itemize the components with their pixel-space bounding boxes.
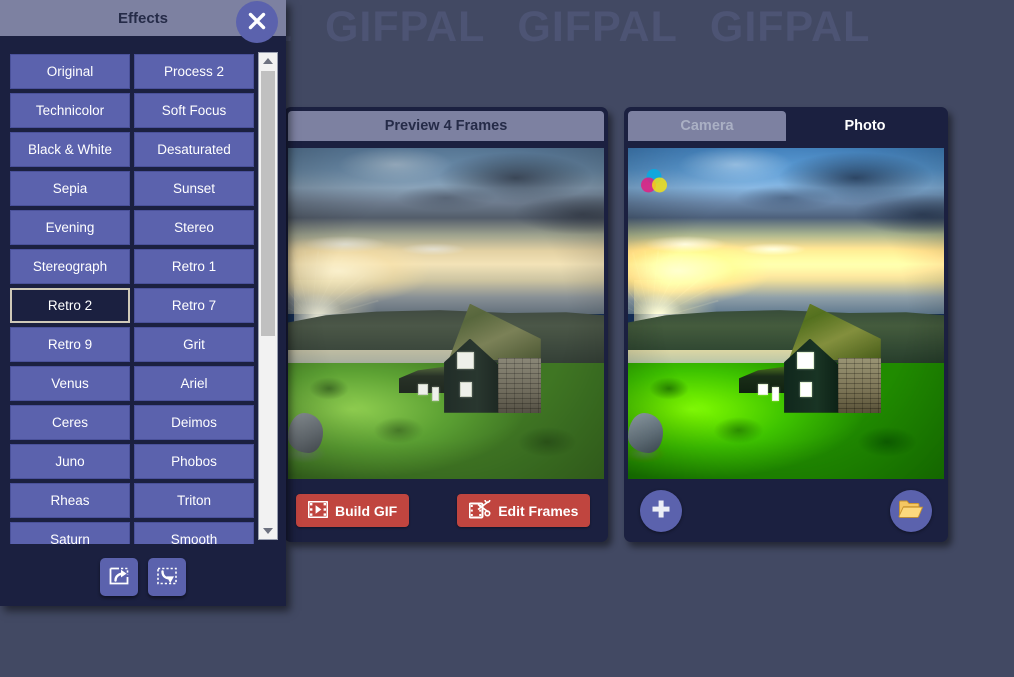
effect-button-ariel[interactable]: Ariel xyxy=(134,366,254,401)
effect-button-juno[interactable]: Juno xyxy=(10,444,130,479)
effect-button-sunset[interactable]: Sunset xyxy=(134,171,254,206)
apply-to-all-frames-button[interactable] xyxy=(100,558,138,596)
plus-icon xyxy=(650,498,672,523)
effect-button-soft-focus[interactable]: Soft Focus xyxy=(134,93,254,128)
download-arrow-icon xyxy=(155,564,179,591)
effect-button-retro-2[interactable]: Retro 2 xyxy=(10,288,130,323)
scroll-up-arrow-icon[interactable] xyxy=(259,53,277,69)
effects-scroll-area[interactable]: Original Process 2 Technicolor Soft Focus Bl… xyxy=(0,44,286,544)
watermark-word: GIFPAL xyxy=(709,3,871,51)
effect-button-retro-1[interactable]: Retro 1 xyxy=(134,249,254,284)
preview-photo-image xyxy=(288,148,604,479)
effect-button-original[interactable]: Original xyxy=(10,54,130,89)
share-arrow-icon xyxy=(107,564,131,591)
watermark-word: GIFPAL xyxy=(517,3,678,51)
preview-panel: Preview 4 Frames Build GIF Edit Frames xyxy=(284,107,608,542)
photo-panel-tabs: Camera Photo xyxy=(628,111,944,141)
add-photo-button[interactable] xyxy=(640,489,682,532)
effect-button-stereograph[interactable]: Stereograph xyxy=(10,249,130,284)
effect-button-ceres[interactable]: Ceres xyxy=(10,405,130,440)
effects-scrollbar[interactable] xyxy=(258,52,278,540)
close-x-icon xyxy=(246,10,268,35)
color-wheel-icon[interactable] xyxy=(640,168,668,194)
build-gif-button[interactable]: Build GIF xyxy=(296,494,410,527)
preview-image-area[interactable] xyxy=(288,148,604,479)
effect-button-desaturated[interactable]: Desaturated xyxy=(134,132,254,167)
effect-button-technicolor[interactable]: Technicolor xyxy=(10,93,130,128)
photo-vignette xyxy=(628,148,944,479)
preview-panel-footer: Build GIF Edit Frames xyxy=(288,483,604,538)
effect-button-sepia[interactable]: Sepia xyxy=(10,171,130,206)
film-play-icon xyxy=(307,500,329,521)
effects-dialog-title: Effects xyxy=(117,9,169,27)
open-folder-icon xyxy=(898,498,924,523)
film-scissors-icon xyxy=(468,496,491,522)
edit-frames-label: Edit Frames xyxy=(498,502,579,519)
effects-dialog: Effects Original Process 2 Technicolor Soft… xyxy=(0,0,286,606)
effects-grid: Original Process 2 Technicolor Soft Focus Bl… xyxy=(0,44,286,544)
edit-frames-button[interactable]: Edit Frames xyxy=(457,494,591,527)
effect-button-retro-7[interactable]: Retro 7 xyxy=(134,288,254,323)
preview-panel-title: Preview 4 Frames xyxy=(288,111,604,141)
scroll-down-arrow-icon[interactable] xyxy=(259,523,277,539)
photo-panel: Camera Photo xyxy=(624,107,948,542)
photo-vignette xyxy=(288,148,604,479)
effect-button-saturn[interactable]: Saturn xyxy=(10,522,130,544)
effect-button-smooth[interactable]: Smooth xyxy=(134,522,254,544)
photo-image-area[interactable] xyxy=(628,148,944,479)
photo-panel-footer xyxy=(628,483,944,538)
build-gif-label: Build GIF xyxy=(335,502,398,519)
effect-button-triton[interactable]: Triton xyxy=(134,483,254,518)
effect-button-evening[interactable]: Evening xyxy=(10,210,130,245)
watermark-word: GIFPAL xyxy=(324,3,486,51)
tab-camera[interactable]: Camera xyxy=(628,111,786,141)
effect-button-grit[interactable]: Grit xyxy=(134,327,254,362)
effect-button-black-white[interactable]: Black & White xyxy=(10,132,130,167)
app-root: GIFPALGIFPALGIFPALGIFPALGIFPAL Preview 4… xyxy=(0,0,1014,677)
photo-panel-image xyxy=(628,148,944,479)
effect-button-stereo[interactable]: Stereo xyxy=(134,210,254,245)
tab-photo[interactable]: Photo xyxy=(786,111,944,141)
effect-button-deimos[interactable]: Deimos xyxy=(134,405,254,440)
effects-close-button[interactable] xyxy=(236,1,278,43)
effects-scrollbar-thumb[interactable] xyxy=(261,71,275,336)
open-folder-button[interactable] xyxy=(890,489,932,532)
apply-to-current-frame-button[interactable] xyxy=(148,558,186,596)
effect-button-retro-9[interactable]: Retro 9 xyxy=(10,327,130,362)
effect-button-venus[interactable]: Venus xyxy=(10,366,130,401)
effects-dialog-footer xyxy=(0,548,286,606)
effect-button-process-2[interactable]: Process 2 xyxy=(134,54,254,89)
effect-button-phobos[interactable]: Phobos xyxy=(134,444,254,479)
effect-button-rheas[interactable]: Rheas xyxy=(10,483,130,518)
